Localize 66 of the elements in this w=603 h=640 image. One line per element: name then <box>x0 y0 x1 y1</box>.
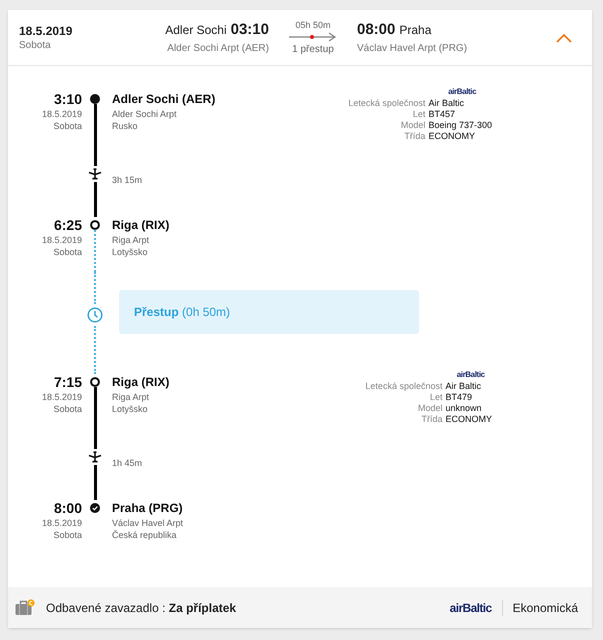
departure-time: 03:10 <box>230 20 269 40</box>
stop-time: 8:00 <box>54 500 82 516</box>
stop-place: Riga (RIX) <box>112 374 170 390</box>
check-dot-icon <box>90 503 100 513</box>
detail-value: BT457 <box>428 109 456 120</box>
detail-label: Třída <box>420 414 442 425</box>
stop-weekday: Sobota <box>53 120 82 132</box>
stop-airport: Riga Arpt <box>112 391 150 403</box>
stop-weekday: Sobota <box>53 246 82 258</box>
airplane-icon <box>88 451 102 463</box>
arrival-airport: Václav Havel Arpt (PRG) <box>357 42 468 56</box>
weekday-text: Sobota <box>19 38 52 52</box>
stop-country: Lotyšsko <box>112 403 149 415</box>
arrival-time: 08:00 <box>357 20 396 40</box>
detail-value: unknown <box>445 403 483 414</box>
stop-country: Lotyšsko <box>112 246 149 258</box>
transfers-text: 1 přestup <box>292 43 334 56</box>
airline-logo: airBaltic <box>456 370 485 380</box>
stop-place: Adler Sochi (AER) <box>112 91 216 107</box>
detail-label: Model <box>400 120 426 131</box>
cabin-class-text: Ekonomická <box>512 600 578 616</box>
stop-place: Riga (RIX) <box>112 217 170 233</box>
detail-label: Letecká společnost <box>348 98 426 109</box>
duration-text: 05h 50m <box>295 19 331 31</box>
stop-ring-icon <box>90 220 100 230</box>
stop-time: 6:25 <box>54 217 82 233</box>
stop-country: Rusko <box>112 120 139 132</box>
departure-city: Adler Sochi <box>165 22 227 39</box>
detail-value: ECONOMY <box>428 131 476 142</box>
airline-logo: airBaltic <box>450 600 492 616</box>
stop-airport: Václav Havel Arpt <box>112 517 184 529</box>
detail-value: ECONOMY <box>445 414 492 425</box>
stop-country: Česká republika <box>112 529 178 541</box>
flight-duration: 1h 45m <box>112 458 142 468</box>
stop-place: Praha (PRG) <box>112 500 184 516</box>
detail-label: Let <box>428 392 442 403</box>
stop-ring-icon <box>90 377 100 387</box>
stop-date: 18.5.2019 <box>42 517 82 529</box>
detail-label: Třída <box>403 131 426 142</box>
route-arrow-icon <box>289 32 337 42</box>
stop-date: 18.5.2019 <box>42 108 82 120</box>
detail-value: Boeing 737-300 <box>428 120 492 131</box>
stop-time: 7:15 <box>54 374 82 390</box>
stop-date: 18.5.2019 <box>42 234 82 246</box>
stop-time: 3:10 <box>54 91 82 107</box>
stop-weekday: Sobota <box>53 403 82 415</box>
detail-label: Let <box>412 109 426 120</box>
detail-value: BT479 <box>445 392 474 403</box>
stop-weekday: Sobota <box>53 529 82 541</box>
detail-value: Air Baltic <box>428 98 465 109</box>
airplane-icon <box>88 168 102 180</box>
luggage-icon <box>15 599 35 616</box>
layover-text: Přestup (0h 50m) <box>134 304 230 321</box>
departure-airport: Alder Sochi Arpt (AER) <box>167 42 269 56</box>
arrival-city: Praha <box>399 22 432 39</box>
detail-value: Air Baltic <box>445 381 482 392</box>
airline-logo: airBaltic <box>448 87 476 97</box>
detail-label: Letecká společnost <box>365 381 442 392</box>
clock-icon <box>87 307 103 323</box>
detail-label: Model <box>416 403 442 414</box>
stop-airport: Alder Sochi Arpt <box>112 108 178 120</box>
origin-dot-icon <box>90 94 100 104</box>
flight-duration: 3h 15m <box>112 175 142 185</box>
stop-airport: Riga Arpt <box>112 234 150 246</box>
baggage-text: Odbavené zavazadlo : Za příplatek <box>46 600 236 616</box>
stop-date: 18.5.2019 <box>42 391 82 403</box>
